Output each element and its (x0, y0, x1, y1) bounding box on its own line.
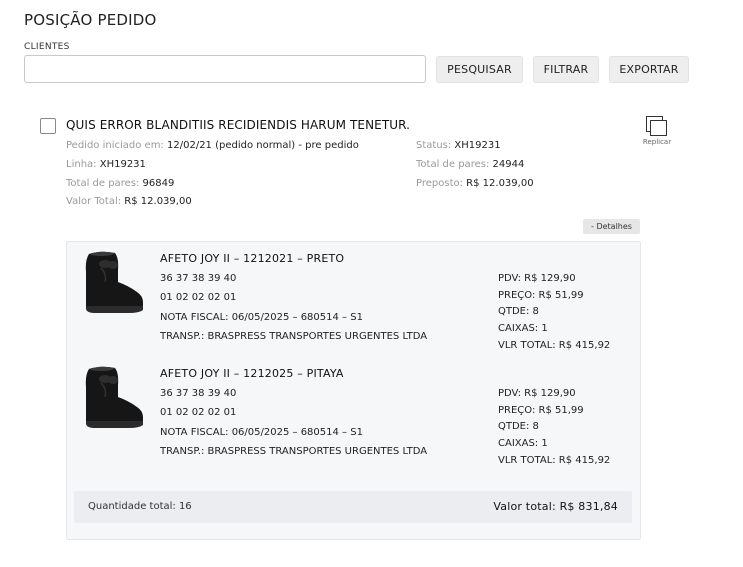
product-sizes: 36 37 38 39 40 (160, 273, 237, 284)
export-button[interactable]: EXPORTAR (609, 56, 689, 83)
product-price: PREÇO: R$ 51,99 (498, 290, 584, 301)
product-pdv: PDV: R$ 129,90 (498, 273, 576, 284)
product-qty: QTDE: 8 (498, 306, 539, 317)
order-total-pairs-right-key: Total de pares: (416, 159, 490, 170)
product-boxes: CAIXAS: 1 (498, 323, 548, 334)
boot-image (79, 363, 147, 431)
order-total-value-key: Valor Total: (66, 196, 122, 207)
product-total: VLR TOTAL: R$ 415,92 (498, 340, 611, 351)
replicate-label: Replicar (642, 138, 672, 146)
order-preposto: Preposto: R$ 12.039,00 (416, 178, 534, 189)
product-price: PREÇO: R$ 51,99 (498, 405, 584, 416)
order-started-value: 12/02/21 (pedido normal) - pre pedido (167, 140, 359, 151)
product-carrier: TRANSP.: BRASPRESS TRANSPORTES URGENTES … (160, 446, 428, 457)
order-total-pairs-key: Total de pares: (66, 178, 140, 189)
boot-image (79, 248, 147, 316)
copy-icon (646, 116, 668, 136)
order-started-key: Pedido iniciado em: (66, 140, 164, 151)
order-preposto-value: R$ 12.039,00 (466, 178, 534, 189)
quantity-total: Quantidade total: 16 (88, 501, 192, 512)
order-status: Status: XH19231 (416, 140, 501, 151)
order-line-key: Linha: (66, 159, 97, 170)
order-line: Linha: XH19231 (66, 159, 146, 170)
order-started: Pedido iniciado em: 12/02/21 (pedido nor… (66, 140, 359, 151)
clients-label: CLIENTES (24, 42, 70, 52)
order-total-value: Valor Total: R$ 12.039,00 (66, 196, 192, 207)
order-preposto-key: Preposto: (416, 178, 463, 189)
product-qty: QTDE: 8 (498, 421, 539, 432)
replicate-button[interactable]: Replicar (640, 116, 674, 148)
order-status-value: XH19231 (454, 140, 501, 151)
product-total: VLR TOTAL: R$ 415,92 (498, 455, 611, 466)
order-total-pairs-right: Total de pares: 24944 (416, 159, 524, 170)
product-boxes: CAIXAS: 1 (498, 438, 548, 449)
order-line-value: XH19231 (99, 159, 146, 170)
product-quantities: 01 02 02 02 01 (160, 407, 237, 418)
filter-button[interactable]: FILTRAR (533, 56, 599, 83)
product-quantities: 01 02 02 02 01 (160, 292, 237, 303)
order-total-value-value: R$ 12.039,00 (124, 196, 192, 207)
order-checkbox[interactable] (40, 118, 56, 134)
order-total-pairs-value: 96849 (142, 178, 175, 189)
product-pdv: PDV: R$ 129,90 (498, 388, 576, 399)
product-invoice: NOTA FISCAL: 06/05/2025 – 680514 – S1 (160, 427, 363, 438)
order-item: AFETO JOY II – 1212021 – PRETO 36 37 38 … (67, 242, 640, 352)
page-title: POSIÇÃO PEDIDO (24, 11, 157, 29)
product-carrier: TRANSP.: BRASPRESS TRANSPORTES URGENTES … (160, 331, 428, 342)
order-total-pairs: Total de pares: 96849 (66, 178, 174, 189)
order-item: AFETO JOY II – 1212025 – PITAYA 36 37 38… (67, 357, 640, 467)
order-total-pairs-right-value: 24944 (492, 159, 525, 170)
clients-input[interactable] (24, 55, 426, 83)
details-toggle[interactable]: - Detalhes (583, 219, 640, 234)
product-name: AFETO JOY II – 1212025 – PITAYA (160, 367, 344, 380)
product-name: AFETO JOY II – 1212021 – PRETO (160, 252, 345, 265)
product-sizes: 36 37 38 39 40 (160, 388, 237, 399)
value-total: Valor total: R$ 831,84 (493, 500, 618, 513)
order-totals-bar: Quantidade total: 16 Valor total: R$ 831… (74, 491, 632, 523)
order-title: QUIS ERROR BLANDITIIS RECIDIENDIS HARUM … (66, 118, 411, 132)
search-button[interactable]: PESQUISAR (436, 56, 523, 83)
order-status-key: Status: (416, 140, 452, 151)
product-invoice: NOTA FISCAL: 06/05/2025 – 680514 – S1 (160, 312, 363, 323)
